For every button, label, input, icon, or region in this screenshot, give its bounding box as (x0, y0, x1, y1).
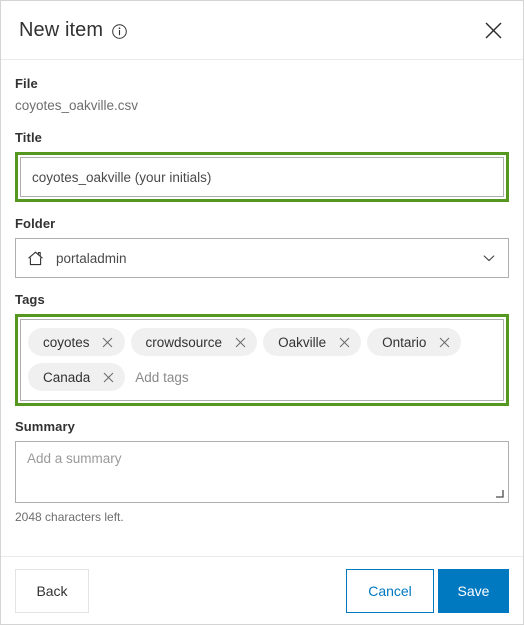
tags-annotation-highlight: coyotes crowdsource Oakville Ontario Can… (15, 314, 509, 406)
tag-chip[interactable]: Ontario (367, 328, 462, 356)
tag-label: Oakville (278, 334, 327, 350)
file-field: File coyotes_oakville.csv (15, 76, 509, 113)
folder-field: Folder portaladmin (15, 216, 509, 278)
summary-field: Summary 2048 characters left. (15, 419, 509, 524)
tag-label: Ontario (382, 334, 427, 350)
tags-label: Tags (15, 292, 45, 307)
dialog-footer: Back Cancel Save (1, 556, 523, 624)
tags-field: Tags coyotes crowdsource Oakville Ontari… (15, 292, 509, 406)
tag-chip[interactable]: crowdsource (130, 328, 258, 356)
dialog-header: New item (1, 1, 523, 60)
summary-character-count: 2048 characters left. (15, 510, 124, 524)
add-tags-input[interactable] (131, 363, 496, 391)
info-icon[interactable] (112, 23, 127, 39)
tag-remove-icon[interactable] (97, 366, 119, 388)
tag-label: coyotes (43, 334, 90, 350)
back-button[interactable]: Back (15, 568, 89, 613)
title-field: Title (15, 130, 509, 202)
folder-label: Folder (15, 216, 56, 231)
tag-remove-icon[interactable] (333, 331, 355, 353)
tag-chip[interactable]: Canada (28, 363, 126, 391)
home-icon (26, 249, 44, 267)
tag-remove-icon[interactable] (229, 331, 251, 353)
tag-remove-icon[interactable] (97, 331, 119, 353)
tag-chip[interactable]: coyotes (28, 328, 125, 356)
tag-chip[interactable]: Oakville (263, 328, 362, 356)
summary-textarea[interactable] (15, 441, 509, 503)
new-item-dialog: New item File coyotes_oakville.csv Title (0, 0, 524, 625)
tag-label: Canada (43, 369, 91, 385)
file-label: File (15, 76, 38, 91)
title-input[interactable] (20, 157, 504, 197)
file-name-value: coyotes_oakville.csv (15, 98, 139, 113)
summary-input-wrap (15, 441, 509, 503)
tag-label: crowdsource (145, 334, 223, 350)
chevron-down-icon (482, 251, 496, 265)
dialog-body: File coyotes_oakville.csv Title Folder (1, 60, 523, 556)
tag-remove-icon[interactable] (433, 331, 455, 353)
tags-input-container[interactable]: coyotes crowdsource Oakville Ontario Can… (20, 319, 504, 401)
page-title: New item (19, 18, 104, 41)
save-button[interactable]: Save (438, 568, 509, 613)
summary-label: Summary (15, 419, 75, 434)
folder-select[interactable]: portaladmin (15, 238, 509, 278)
folder-selected-value: portaladmin (56, 250, 127, 266)
title-annotation-highlight (15, 152, 509, 202)
cancel-button[interactable]: Cancel (346, 568, 434, 613)
close-icon[interactable] (481, 18, 505, 42)
title-label: Title (15, 130, 42, 145)
